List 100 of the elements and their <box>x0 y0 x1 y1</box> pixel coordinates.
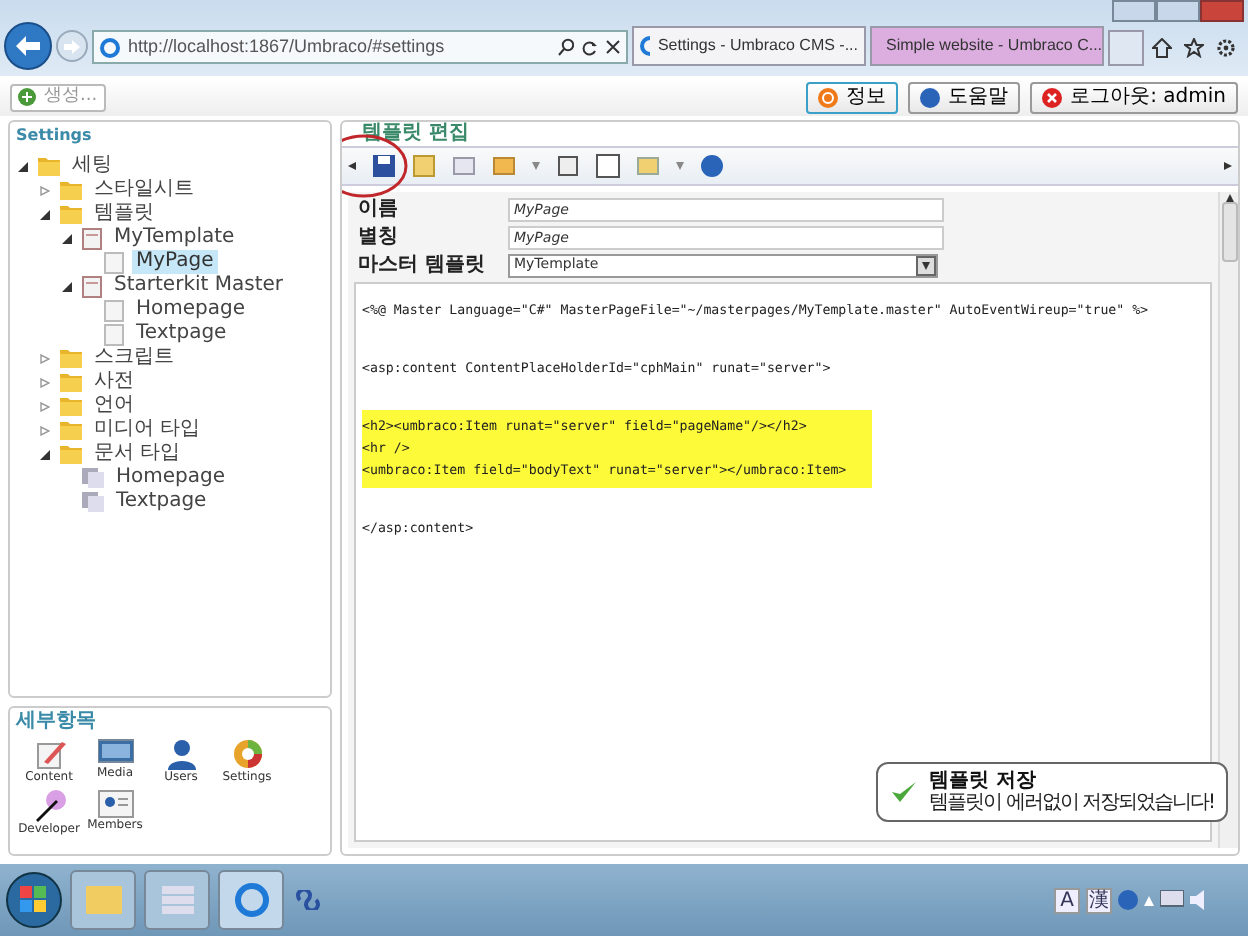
notification-title: 템플릿 저장 <box>929 770 1039 792</box>
collapse-arrow-icon[interactable] <box>62 281 72 291</box>
settings-icon[interactable] <box>1216 38 1236 58</box>
home-icon[interactable] <box>1152 38 1172 58</box>
ime-indicator[interactable]: 漢 <box>1086 887 1112 913</box>
insert-macro-icon[interactable] <box>452 154 476 178</box>
logout-button[interactable]: 로그아웃: admin <box>1030 81 1238 113</box>
tree-item[interactable]: Textpage <box>112 490 211 514</box>
tree-item[interactable]: 세팅 <box>68 154 116 178</box>
insert-field-icon[interactable] <box>412 154 436 178</box>
document-type-icon <box>82 468 104 488</box>
tree-item[interactable]: Starterkit Master <box>110 274 288 298</box>
back-button[interactable] <box>4 22 52 70</box>
collapse-arrow-icon[interactable] <box>18 161 28 171</box>
ime-indicator[interactable]: A <box>1054 887 1080 913</box>
field-label: 별칭 <box>358 224 400 250</box>
folder-icon <box>60 372 82 392</box>
tree-item[interactable]: 미디어 타입 <box>90 418 205 442</box>
tree-item[interactable]: 템플릿 <box>90 202 158 226</box>
taskbar-item[interactable] <box>218 870 284 930</box>
tree-item[interactable]: 문서 타입 <box>90 442 185 466</box>
member-card-icon <box>97 790 133 818</box>
template-icon <box>82 275 102 297</box>
address-bar[interactable]: http://localhost:1867/Umbraco/#settings <box>92 30 628 64</box>
scroll-right-icon[interactable] <box>1224 162 1232 170</box>
expand-arrow-icon[interactable] <box>40 185 50 195</box>
close-icon[interactable] <box>606 40 620 54</box>
restore-button[interactable] <box>1156 0 1200 22</box>
tree-item[interactable]: MyPage <box>132 250 218 274</box>
code-editor[interactable] <box>354 282 1212 842</box>
color-wheel-icon <box>231 738 263 770</box>
folder-icon <box>38 156 60 176</box>
folder-icon <box>85 886 121 914</box>
dropdown-caret-icon[interactable] <box>676 162 684 170</box>
tree-item[interactable]: 언어 <box>90 394 138 418</box>
field-label: 마스터 템플릿 <box>358 252 487 278</box>
tree-item[interactable]: Homepage <box>112 466 230 490</box>
collapse-arrow-icon[interactable] <box>40 209 50 219</box>
scrollbar-thumb[interactable] <box>1221 202 1237 262</box>
close-button[interactable] <box>1200 0 1244 22</box>
star-icon[interactable] <box>1184 38 1204 58</box>
expand-arrow-icon[interactable] <box>40 377 50 387</box>
taskbar-item[interactable] <box>144 870 210 930</box>
browser-icon <box>100 37 120 57</box>
browser-icon <box>640 36 650 56</box>
panel-title: 템플릿 편집 <box>360 122 471 146</box>
tree-item[interactable]: 사전 <box>90 370 138 394</box>
document-type-icon <box>82 492 104 512</box>
tree-item[interactable]: Textpage <box>132 322 231 346</box>
plus-icon <box>18 88 36 106</box>
page-icon <box>104 323 124 345</box>
collapse-arrow-icon[interactable] <box>40 449 50 459</box>
back-arrow-icon <box>16 36 40 56</box>
folder-icon <box>60 444 82 464</box>
page-icon <box>104 299 124 321</box>
url-text: http://localhost:1867/Umbraco/#settings <box>128 33 447 60</box>
wand-icon <box>33 790 65 822</box>
folder-icon <box>60 420 82 440</box>
browser-tab[interactable]: Simple website - Umbraco C... <box>870 26 1104 66</box>
caret-icon <box>922 261 930 269</box>
refresh-icon[interactable] <box>582 39 598 55</box>
expand-arrow-icon[interactable] <box>40 401 50 411</box>
panel-title: Settings <box>16 124 94 148</box>
forward-arrow-icon <box>64 39 80 53</box>
expand-arrow-icon[interactable] <box>40 353 50 363</box>
collapse-arrow-icon[interactable] <box>62 233 72 243</box>
monitor-icon <box>97 738 133 766</box>
field-label: 이름 <box>358 196 400 222</box>
forward-button[interactable] <box>56 30 88 62</box>
server-icon <box>161 886 193 914</box>
dropdown-caret-icon[interactable] <box>532 162 540 170</box>
help-button[interactable]: 도움말 <box>908 81 1021 113</box>
tree-item[interactable]: 스크립트 <box>90 346 178 370</box>
search-icon[interactable] <box>558 38 574 56</box>
page-icon <box>104 251 124 273</box>
tray-arrow-icon[interactable] <box>1144 895 1154 905</box>
snippet-icon[interactable] <box>556 154 580 178</box>
browser-tab[interactable]: Settings - Umbraco CMS -... <box>632 26 866 66</box>
browser-icon <box>233 882 269 918</box>
user-icon <box>165 738 197 770</box>
check-icon <box>889 780 918 804</box>
network-icon[interactable] <box>1160 890 1184 910</box>
close-icon <box>1042 87 1063 107</box>
blank-page-icon[interactable] <box>596 154 620 178</box>
windows-logo-icon <box>20 886 48 914</box>
content-area-icon[interactable] <box>636 154 660 178</box>
scroll-left-icon[interactable] <box>348 162 356 170</box>
info-button[interactable]: 정보 <box>806 81 899 113</box>
placeholder-icon[interactable] <box>492 154 516 178</box>
minimize-button[interactable] <box>1112 0 1156 22</box>
expand-arrow-icon[interactable] <box>40 425 50 435</box>
save-icon[interactable] <box>372 154 396 178</box>
scrollbar[interactable] <box>1218 192 1238 848</box>
folder-icon <box>60 204 82 224</box>
pencil-paper-icon <box>33 738 65 770</box>
tree-item[interactable]: MyTemplate <box>110 226 239 250</box>
start-button[interactable] <box>6 872 62 928</box>
folder-icon <box>60 180 82 200</box>
tree-item[interactable]: 스타일시트 <box>90 178 198 202</box>
tree-item[interactable]: Homepage <box>132 298 250 322</box>
